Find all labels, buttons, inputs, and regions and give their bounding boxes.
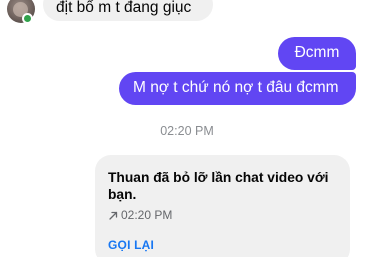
outgoing-message-text: Đcmm xyxy=(294,44,340,61)
incoming-message-text: địt bố m t đang giục xyxy=(56,0,192,16)
message-timestamp: 02:20 PM xyxy=(160,124,214,138)
missed-call-text: Thuan đã bỏ lỡ lần chat video với bạn. xyxy=(108,170,329,202)
outgoing-message-text: M nợ t chứ nó nợ t đâu đcmm xyxy=(133,79,339,96)
online-status-dot xyxy=(22,13,33,24)
missed-call-time-row: 02:20 PM xyxy=(108,208,338,222)
outgoing-message-bubble[interactable]: Đcmm xyxy=(278,37,356,70)
arrow-up-right-icon xyxy=(108,210,119,221)
incoming-message-bubble[interactable]: địt bố m t đang giục xyxy=(43,0,213,21)
call-back-button[interactable]: GỌI LẠI xyxy=(108,238,338,252)
missed-call-time: 02:20 PM xyxy=(121,208,173,222)
outgoing-message-bubble[interactable]: M nợ t chứ nó nợ t đâu đcmm xyxy=(119,72,356,105)
missed-video-call-card[interactable]: Thuan đã bỏ lỡ lần chat video với bạn. 0… xyxy=(95,155,350,257)
